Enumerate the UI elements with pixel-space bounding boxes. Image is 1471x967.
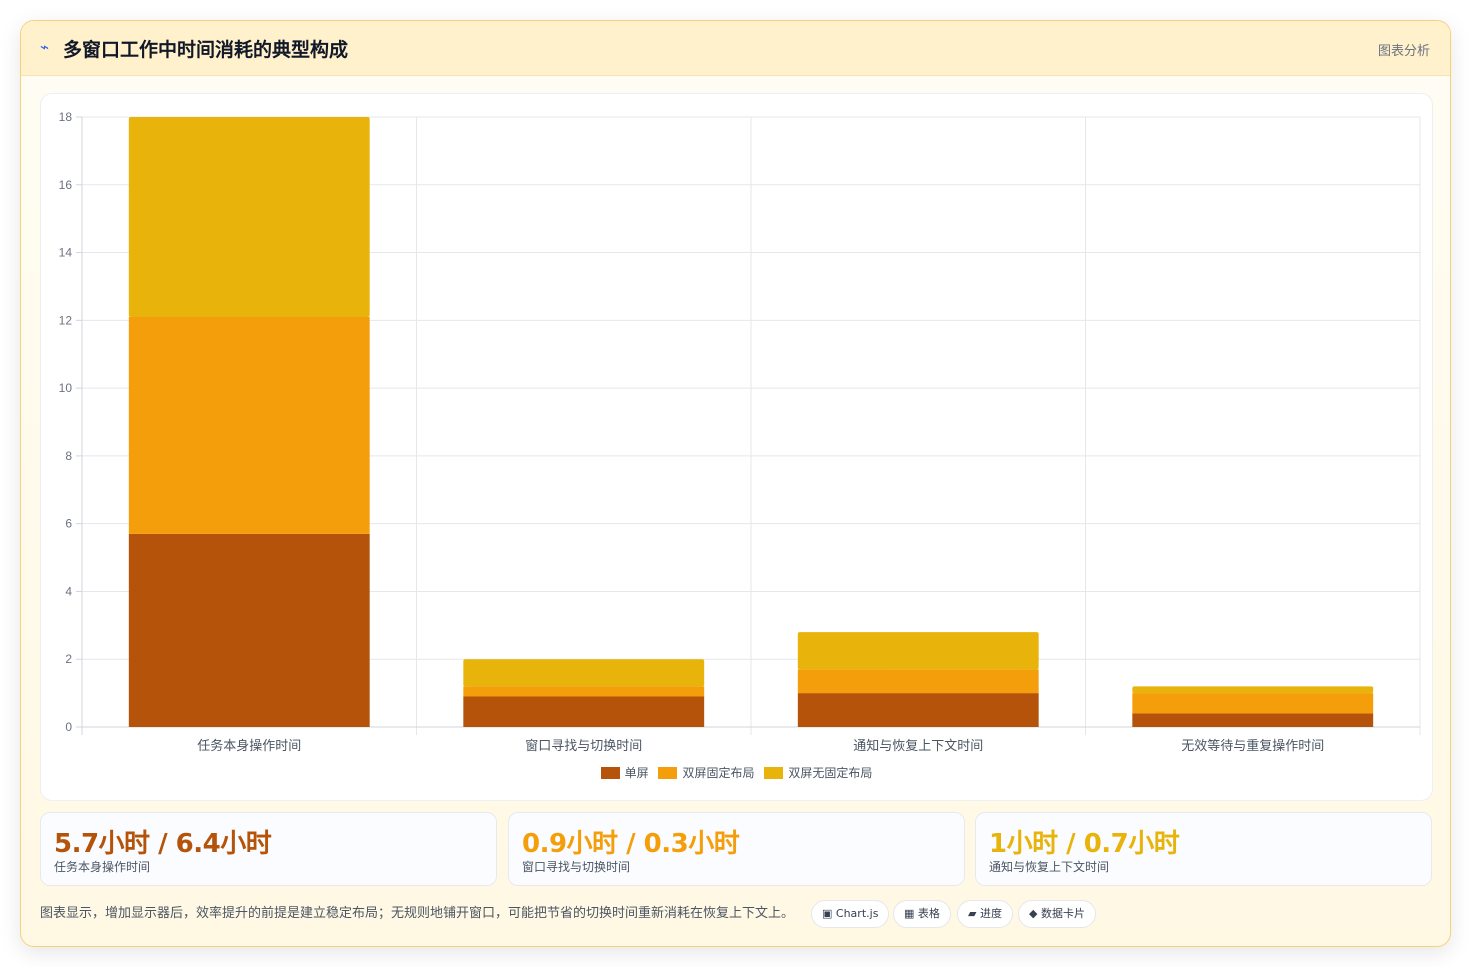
bar-segment bbox=[128, 316, 370, 534]
footer-note: 图表显示，增加显示器后，效率提升的前提是建立稳定布局；无规则地铺开窗口，可能把节… bbox=[40, 906, 795, 921]
y-tick-label: 16 bbox=[59, 178, 73, 192]
stat-value: 1小时 / 0.7小时 bbox=[989, 829, 1180, 859]
chip-label: 进度 bbox=[979, 907, 1002, 920]
panel-header: ⌁ 多窗口工作中时间消耗的典型构成 图表分析 bbox=[21, 21, 1450, 76]
x-tick-label: 通知与恢复上下文时间 bbox=[853, 738, 983, 754]
stat-card: 5.7小时 / 6.4小时 任务本身操作时间 bbox=[40, 812, 497, 886]
stat-label: 通知与恢复上下文时间 bbox=[989, 860, 1110, 874]
chart-icon: ▣ bbox=[822, 907, 833, 920]
y-tick-label: 12 bbox=[59, 313, 73, 327]
stat-value: 5.7小时 / 6.4小时 bbox=[54, 829, 272, 859]
chip-chartjs[interactable]: ▣ Chart.js bbox=[811, 900, 890, 928]
chart-card: 0 2 4 6 8 10 12 14 16 18 任务本身操作时间 窗口寻找与切换时间 通知与恢复上下文… bbox=[40, 93, 1433, 801]
bar-segment bbox=[1132, 693, 1374, 714]
chip-label: 表格 bbox=[917, 907, 940, 920]
bar-segment bbox=[463, 686, 705, 697]
stacked-bar-chart: 0 2 4 6 8 10 12 14 16 18 任务本身操作时间 窗口寻找与切换时间 通知与恢复上下文… bbox=[59, 110, 1421, 754]
chart-legend: 单屏 双屏固定布局 双屏无固定布局 bbox=[41, 764, 1432, 781]
page-title: 多窗口工作中时间消耗的典型构成 bbox=[63, 39, 349, 61]
bar-segment bbox=[128, 533, 370, 727]
diamond-icon: ◆ bbox=[1029, 907, 1038, 920]
y-tick-label: 14 bbox=[59, 246, 73, 260]
y-tick-label: 8 bbox=[65, 449, 72, 463]
y-tick-label: 0 bbox=[65, 720, 72, 734]
header-tag: 图表分析 bbox=[1377, 44, 1430, 59]
stat-label: 任务本身操作时间 bbox=[54, 860, 151, 874]
y-tick-label: 4 bbox=[65, 584, 72, 598]
legend-swatch bbox=[764, 767, 784, 779]
chip-data-card[interactable]: ◆ 数据卡片 bbox=[1018, 900, 1096, 928]
progress-icon: ▰ bbox=[968, 907, 977, 920]
y-tick-label: 18 bbox=[59, 110, 73, 124]
lightning-icon: ⌁ bbox=[40, 38, 50, 56]
chip-progress[interactable]: ▰ 进度 bbox=[957, 900, 1013, 928]
legend-item-single[interactable]: 单屏 bbox=[600, 764, 649, 781]
stat-card: 0.9小时 / 0.3小时 窗口寻找与切换时间 bbox=[508, 812, 965, 886]
legend-label: 单屏 bbox=[624, 766, 649, 780]
bar-segment bbox=[463, 659, 705, 687]
bar-segment bbox=[797, 632, 1039, 670]
legend-item-dual-fixed[interactable]: 双屏固定布局 bbox=[658, 764, 755, 781]
chip-label: 数据卡片 bbox=[1040, 907, 1085, 920]
bar-segment bbox=[1132, 713, 1374, 727]
chip-table[interactable]: ▦ 表格 bbox=[893, 900, 951, 928]
y-tick-label: 6 bbox=[65, 517, 72, 531]
bar-segment bbox=[797, 669, 1039, 694]
legend-item-dual-free[interactable]: 双屏无固定布局 bbox=[764, 764, 872, 781]
legend-label: 双屏无固定布局 bbox=[788, 766, 873, 780]
table-icon: ▦ bbox=[904, 907, 915, 920]
bar-segment bbox=[797, 693, 1039, 727]
x-tick-label: 任务本身操作时间 bbox=[197, 738, 301, 754]
chart-panel: ⌁ 多窗口工作中时间消耗的典型构成 图表分析 0 2 4 6 8 10 12 14 16 18 任务… bbox=[20, 20, 1451, 947]
legend-label: 双屏固定布局 bbox=[682, 766, 755, 780]
chip-label: Chart.js bbox=[835, 907, 879, 920]
legend-swatch bbox=[658, 767, 678, 779]
y-tick-label: 10 bbox=[59, 381, 73, 395]
bar-segment bbox=[128, 117, 370, 317]
x-tick-label: 窗口寻找与切换时间 bbox=[525, 738, 642, 754]
bar-segment bbox=[1132, 686, 1374, 694]
stat-value: 0.9小时 / 0.3小时 bbox=[522, 829, 740, 859]
x-tick-label: 无效等待与重复操作时间 bbox=[1181, 738, 1324, 754]
y-tick-label: 2 bbox=[65, 652, 72, 666]
stat-card: 1小时 / 0.7小时 通知与恢复上下文时间 bbox=[975, 812, 1432, 886]
stat-label: 窗口寻找与切换时间 bbox=[522, 860, 631, 874]
legend-swatch bbox=[600, 767, 620, 779]
bar-segment bbox=[463, 696, 705, 727]
